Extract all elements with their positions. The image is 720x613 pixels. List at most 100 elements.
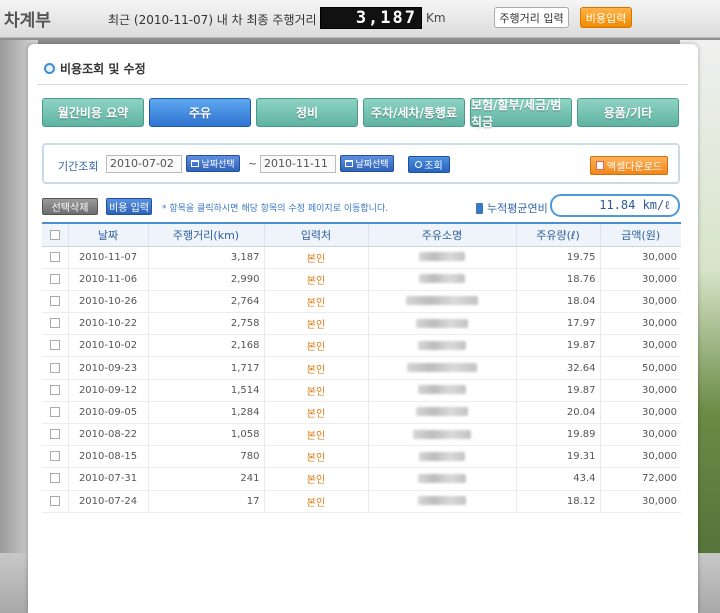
cell-fuel-amount: 19.87 [516, 334, 601, 358]
header-station[interactable]: 주유소명 [368, 224, 517, 247]
header-source[interactable]: 입력처 [264, 224, 369, 247]
tab-parking-wash-toll[interactable]: 주차/세차/통행료 [363, 98, 465, 127]
cell-fuel-amount: 43.4 [516, 467, 601, 491]
cell-price: 72,000 [600, 467, 681, 491]
cell-fuel-amount: 20.04 [516, 401, 601, 425]
main-panel: 비용조회 및 수정 월간비용 요약 주유 정비 주차/세차/통행료 보험/할부/… [28, 44, 698, 613]
cell-source: 본인 [264, 268, 369, 291]
cell-fuel-amount: 19.89 [516, 423, 601, 447]
date-from-picker-button[interactable]: 날짜선택 [186, 155, 240, 172]
table-row[interactable]: 2010-11-06 2,990 본인 18.76 30,000 [42, 268, 681, 291]
table-row[interactable]: 2010-07-24 17 본인 18.12 30,000 [42, 490, 681, 513]
table-row[interactable]: 2010-09-05 1,284 본인 20.04 30,000 [42, 401, 681, 425]
search-button[interactable]: 조회 [408, 156, 450, 173]
tab-fuel[interactable]: 주유 [149, 98, 251, 127]
cell-price: 50,000 [600, 356, 681, 380]
table-row[interactable]: 2010-08-22 1,058 본인 19.89 30,000 [42, 423, 681, 447]
cell-price: 30,000 [600, 379, 681, 402]
row-checkbox[interactable] [49, 406, 60, 417]
delete-label: 선택삭제 [51, 203, 89, 214]
station-name-redacted [416, 407, 468, 417]
cell-date: 2010-10-26 [68, 290, 149, 314]
cell-date: 2010-07-31 [68, 467, 149, 491]
cell-date: 2010-09-23 [68, 356, 149, 380]
cell-source: 본인 [264, 423, 369, 447]
cell-distance: 2,758 [148, 312, 265, 336]
cell-date: 2010-11-07 [68, 246, 149, 269]
cell-date: 2010-08-22 [68, 423, 149, 447]
add-cost-button[interactable]: 비용 입력 [106, 198, 152, 215]
cell-source: 본인 [264, 445, 369, 469]
cell-source: 본인 [264, 246, 369, 269]
date-from-field[interactable]: 2010-07-02 [106, 155, 182, 173]
row-checkbox[interactable] [49, 429, 60, 440]
cell-price: 30,000 [600, 246, 681, 269]
header-date[interactable]: 날짜 [68, 224, 149, 247]
table-row[interactable]: 2010-09-23 1,717 본인 32.64 50,000 [42, 356, 681, 380]
row-checkbox[interactable] [49, 295, 60, 306]
excel-icon [595, 161, 604, 170]
cell-price: 30,000 [600, 290, 681, 314]
odometer-unit: Km [426, 11, 446, 25]
cell-distance: 1,284 [148, 401, 265, 425]
period-filter: 기간조회 2010-07-02 날짜선택 ~ 2010-11-11 날짜선택 조… [42, 143, 680, 184]
cell-fuel-amount: 19.75 [516, 246, 601, 269]
cell-source: 본인 [264, 490, 369, 513]
row-checkbox[interactable] [49, 273, 60, 284]
table-row[interactable]: 2010-09-12 1,514 본인 19.87 30,000 [42, 379, 681, 402]
row-checkbox[interactable] [49, 251, 60, 262]
tab-supplies-etc[interactable]: 용품/기타 [577, 98, 679, 127]
table-row[interactable]: 2010-10-26 2,764 본인 18.04 30,000 [42, 290, 681, 314]
date-to-picker-button[interactable]: 날짜선택 [340, 155, 394, 172]
cell-price: 30,000 [600, 268, 681, 291]
cell-distance: 2,990 [148, 268, 265, 291]
tab-monthly-summary[interactable]: 월간비용 요약 [42, 98, 144, 127]
row-checkbox[interactable] [49, 451, 60, 462]
cell-distance: 1,058 [148, 423, 265, 447]
row-checkbox[interactable] [49, 318, 60, 329]
row-checkbox[interactable] [49, 384, 60, 395]
table-row[interactable]: 2010-11-07 3,187 본인 19.75 30,000 [42, 246, 681, 269]
cost-input-button[interactable]: 비용입력 [580, 7, 632, 28]
tab-insurance-tax[interactable]: 보험/할부/세금/범칙금 [470, 98, 572, 129]
header-fuel-amount[interactable]: 주유량(ℓ) [516, 224, 601, 247]
cell-source: 본인 [264, 356, 369, 380]
avg-efficiency-text: 누적평균연비 [487, 202, 548, 215]
fuel-pump-icon [476, 202, 483, 214]
cell-fuel-amount: 19.87 [516, 379, 601, 402]
select-all-header[interactable] [42, 224, 69, 247]
cell-date: 2010-07-24 [68, 490, 149, 513]
category-tabs: 월간비용 요약 주유 정비 주차/세차/통행료 보험/할부/세금/범칙금 용품/… [42, 98, 682, 129]
cell-date: 2010-09-12 [68, 379, 149, 402]
row-checkbox[interactable] [49, 340, 60, 351]
header-distance[interactable]: 주행거리(km) [148, 224, 265, 247]
station-name-redacted [413, 429, 471, 439]
excel-label: 엑셀다운로드 [606, 162, 663, 173]
cell-date: 2010-11-06 [68, 268, 149, 291]
cell-source: 본인 [264, 334, 369, 358]
table-row[interactable]: 2010-10-02 2,168 본인 19.87 30,000 [42, 334, 681, 358]
cell-source: 본인 [264, 312, 369, 336]
station-name-redacted [407, 363, 477, 373]
mileage-input-button[interactable]: 주행거리 입력 [494, 7, 569, 28]
cell-price: 30,000 [600, 423, 681, 447]
delete-selected-button[interactable]: 선택삭제 [42, 198, 98, 215]
excel-download-button[interactable]: 엑셀다운로드 [590, 156, 668, 175]
table-row[interactable]: 2010-10-22 2,758 본인 17.97 30,000 [42, 312, 681, 336]
cell-fuel-amount: 18.04 [516, 290, 601, 314]
tab-maintenance[interactable]: 정비 [256, 98, 358, 127]
station-name-redacted [416, 318, 468, 328]
cell-distance: 780 [148, 445, 265, 469]
cell-date: 2010-09-05 [68, 401, 149, 425]
table-row[interactable]: 2010-08-15 780 본인 19.31 30,000 [42, 445, 681, 469]
section-header: 비용조회 및 수정 [44, 60, 146, 77]
date-to-field[interactable]: 2010-11-11 [260, 155, 336, 173]
table-row[interactable]: 2010-07-31 241 본인 43.4 72,000 [42, 467, 681, 491]
select-all-checkbox[interactable] [49, 230, 60, 241]
station-name-redacted [418, 340, 466, 350]
date-select-label: 날짜선택 [355, 160, 389, 170]
row-checkbox[interactable] [49, 362, 60, 373]
row-checkbox[interactable] [49, 473, 60, 484]
header-price[interactable]: 금액(원) [600, 224, 681, 247]
row-checkbox[interactable] [49, 495, 60, 506]
